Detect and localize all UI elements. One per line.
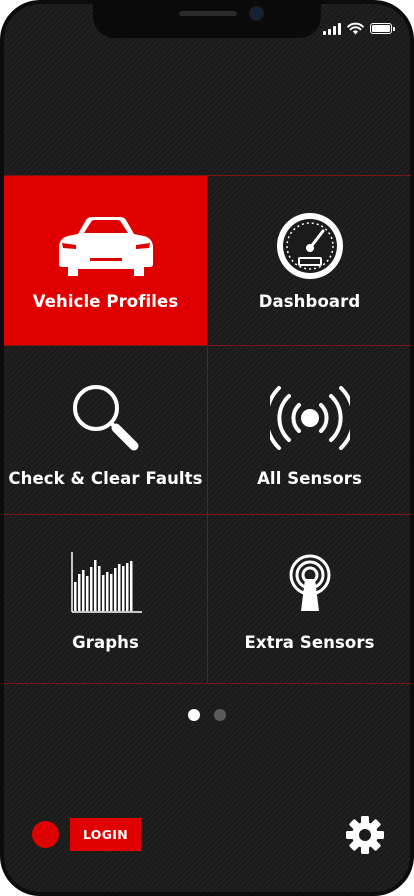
- menu-label-check-clear-faults: Check & Clear Faults: [8, 469, 203, 488]
- menu-row: Check & Clear Faults All Sensors: [4, 345, 411, 514]
- menu-label-vehicle-profiles: Vehicle Profiles: [32, 292, 179, 311]
- page-dot[interactable]: [214, 709, 226, 721]
- speedometer-icon: [275, 210, 345, 282]
- car-icon: [56, 210, 156, 282]
- connection-status-dot: [32, 821, 59, 848]
- menu-tile-dashboard[interactable]: Dashboard: [208, 176, 411, 345]
- battery-icon: [370, 23, 395, 34]
- menu-row: Vehicle Profiles Dashboard: [4, 175, 411, 345]
- magnifier-icon: [71, 382, 141, 454]
- page-dot-active[interactable]: [188, 709, 200, 721]
- main-menu-grid: Vehicle Profiles Dashboard Check & Clear…: [4, 175, 411, 684]
- antenna-icon: [288, 551, 332, 615]
- menu-label-all-sensors: All Sensors: [257, 469, 362, 488]
- menu-tile-all-sensors[interactable]: All Sensors: [208, 346, 411, 514]
- status-bar: [323, 22, 395, 35]
- speaker: [179, 11, 237, 16]
- login-button[interactable]: LOGIN: [70, 818, 141, 851]
- menu-tile-extra-sensors[interactable]: Extra Sensors: [208, 515, 411, 683]
- sensor-waves-icon: [269, 382, 350, 454]
- menu-tile-vehicle-profiles[interactable]: Vehicle Profiles: [4, 176, 208, 345]
- menu-tile-check-clear-faults[interactable]: Check & Clear Faults: [4, 346, 208, 514]
- menu-label-extra-sensors: Extra Sensors: [244, 633, 375, 652]
- menu-label-dashboard: Dashboard: [258, 292, 361, 311]
- notch: [93, 0, 321, 38]
- menu-row: Graphs Extra Sensors: [4, 514, 411, 684]
- page-indicator: [0, 709, 414, 721]
- front-camera: [251, 8, 262, 19]
- signal-bars-icon: [323, 22, 341, 35]
- menu-tile-graphs[interactable]: Graphs: [4, 515, 208, 683]
- bar-graph-icon: [70, 551, 142, 615]
- gear-icon[interactable]: [345, 815, 385, 855]
- wifi-icon: [347, 22, 364, 35]
- phone-screen: Vehicle Profiles Dashboard Check & Clear…: [0, 0, 414, 896]
- menu-label-graphs: Graphs: [72, 633, 139, 652]
